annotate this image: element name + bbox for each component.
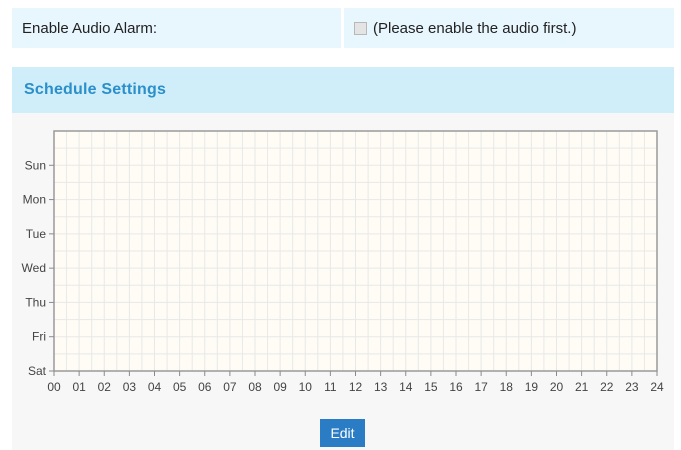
x-tick-label-02: 02 — [98, 380, 112, 394]
x-tick-label-00: 00 — [47, 380, 61, 394]
x-tick-label-17: 17 — [474, 380, 488, 394]
x-tick-label-11: 11 — [324, 380, 337, 394]
audio-alarm-value-cell: (Please enable the audio first.) — [344, 8, 674, 48]
y-tick-label-sun: Sun — [25, 158, 46, 172]
x-tick-label-23: 23 — [625, 380, 639, 394]
x-tick-label-04: 04 — [148, 380, 162, 394]
audio-alarm-note: (Please enable the audio first.) — [373, 19, 577, 37]
x-tick-label-05: 05 — [173, 380, 187, 394]
x-tick-label-15: 15 — [424, 380, 438, 394]
x-tick-label-14: 14 — [399, 380, 413, 394]
y-tick-label-sat: Sat — [28, 364, 47, 378]
y-tick-label-thu: Thu — [25, 295, 46, 309]
y-tick-label-mon: Mon — [23, 193, 46, 207]
schedule-settings-header: Schedule Settings — [12, 67, 674, 113]
audio-alarm-row: Enable Audio Alarm: (Please enable the a… — [12, 8, 674, 48]
x-tick-label-01: 01 — [72, 380, 86, 394]
x-tick-label-22: 22 — [600, 380, 614, 394]
x-tick-label-09: 09 — [273, 380, 287, 394]
y-tick-label-fri: Fri — [32, 330, 46, 344]
audio-alarm-checkbox[interactable] — [354, 21, 367, 35]
x-tick-label-10: 10 — [299, 380, 313, 394]
x-tick-label-12: 12 — [349, 380, 363, 394]
x-tick-label-20: 20 — [550, 380, 564, 394]
x-tick-label-08: 08 — [248, 380, 262, 394]
edit-button[interactable]: Edit — [320, 419, 365, 447]
y-tick-label-tue: Tue — [26, 227, 47, 241]
x-tick-label-07: 07 — [223, 380, 237, 394]
schedule-chart[interactable]: Sun Mon Tue Wed Thu Fri Sat00 01 02 03 04 05 06 07 08 0… — [12, 113, 674, 413]
y-tick-label-wed: Wed — [22, 261, 46, 275]
x-tick-label-03: 03 — [123, 380, 137, 394]
x-tick-label-06: 06 — [198, 380, 212, 394]
audio-alarm-label: Enable Audio Alarm: — [22, 19, 158, 37]
schedule-settings-title: Schedule Settings — [24, 81, 167, 98]
x-tick-label-21: 21 — [575, 380, 589, 394]
x-tick-label-16: 16 — [449, 380, 463, 394]
x-tick-label-18: 18 — [500, 380, 514, 394]
audio-alarm-label-cell: Enable Audio Alarm: — [12, 8, 341, 48]
x-tick-label-13: 13 — [374, 380, 388, 394]
x-tick-label-19: 19 — [525, 380, 539, 394]
schedule-panel: Sun Mon Tue Wed Thu Fri Sat 00 01 02 03 04 05 06 07 08 0… — [12, 113, 674, 450]
x-tick-label-24: 24 — [650, 380, 664, 394]
